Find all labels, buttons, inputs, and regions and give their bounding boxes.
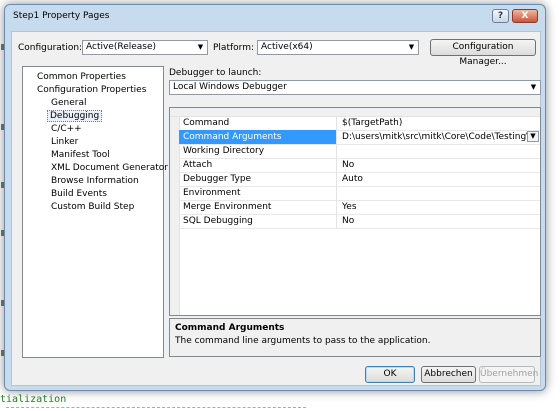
ok-button[interactable]: OK bbox=[365, 366, 415, 383]
tree-item-debugging[interactable]: Debugging bbox=[47, 110, 103, 122]
property-name: SQL Debugging bbox=[183, 216, 253, 226]
property-row-debugger-type[interactable]: Debugger Type Auto bbox=[179, 172, 540, 187]
tree-item-common-properties[interactable]: Common Properties bbox=[35, 72, 128, 82]
property-value: No bbox=[342, 160, 355, 170]
property-row-attach[interactable]: Attach No bbox=[179, 158, 540, 173]
property-value: Yes bbox=[342, 202, 357, 212]
property-row-environment[interactable]: Environment bbox=[179, 186, 540, 201]
tree-item-manifest-tool[interactable]: Manifest Tool bbox=[49, 150, 112, 160]
apply-button[interactable]: Übernehmen bbox=[479, 366, 538, 383]
column-divider bbox=[336, 214, 337, 228]
property-name: Attach bbox=[183, 160, 213, 170]
property-row-merge-environment[interactable]: Merge Environment Yes bbox=[179, 200, 540, 215]
description-text: The command line arguments to pass to th… bbox=[175, 336, 431, 346]
property-grid: Command $(TargetPath) Command Arguments … bbox=[169, 107, 541, 316]
property-value: $(TargetPath) bbox=[342, 118, 403, 128]
dialog-client-area: Configuration: Active(Release) ▼ Platfor… bbox=[11, 31, 541, 386]
property-row-command-arguments[interactable]: Command Arguments D:\users\mitk\src\mitk… bbox=[179, 130, 540, 145]
configuration-select[interactable]: Active(Release) ▼ bbox=[82, 40, 208, 55]
property-tree[interactable]: Common Properties Configuration Properti… bbox=[22, 66, 168, 358]
column-divider bbox=[336, 144, 337, 158]
tree-item-configuration-properties[interactable]: Configuration Properties bbox=[35, 85, 148, 95]
debugger-label: Debugger to launch: bbox=[169, 68, 262, 78]
editor-divider bbox=[6, 407, 306, 408]
property-pages-dialog: Step1 Property Pages ? X Configuration: … bbox=[4, 4, 546, 391]
editor-code-text: tialization bbox=[0, 394, 67, 405]
property-value: No bbox=[342, 216, 355, 226]
property-name: Command Arguments bbox=[183, 132, 282, 142]
column-divider bbox=[336, 130, 337, 144]
property-value: Auto bbox=[342, 174, 363, 184]
title-bar[interactable]: Step1 Property Pages ? X bbox=[5, 5, 545, 27]
debugger-value: Local Windows Debugger bbox=[173, 82, 287, 92]
column-divider bbox=[336, 172, 337, 186]
column-divider bbox=[336, 186, 337, 200]
column-divider bbox=[336, 200, 337, 214]
configuration-value: Active(Release) bbox=[86, 42, 157, 52]
platform-select[interactable]: Active(x64) ▼ bbox=[257, 40, 419, 55]
chevron-down-icon[interactable]: ▼ bbox=[527, 131, 539, 142]
debugger-select[interactable]: Local Windows Debugger ▼ bbox=[169, 80, 541, 95]
property-row-sql-debugging[interactable]: SQL Debugging No bbox=[179, 214, 540, 229]
property-name: Environment bbox=[183, 188, 241, 198]
tree-item-c-cpp[interactable]: C/C++ bbox=[49, 124, 84, 134]
description-title: Command Arguments bbox=[175, 323, 285, 333]
tree-item-build-events[interactable]: Build Events bbox=[49, 189, 109, 199]
help-button[interactable]: ? bbox=[492, 9, 509, 23]
property-name: Debugger Type bbox=[183, 174, 252, 184]
description-panel: Command Arguments The command line argum… bbox=[169, 318, 541, 357]
chevron-down-icon: ▼ bbox=[408, 43, 415, 51]
tree-item-general[interactable]: General bbox=[49, 98, 88, 108]
property-value[interactable]: D:\users\mitk\src\mitk\Core\Code\Testing… bbox=[342, 132, 532, 142]
dialog-title: Step1 Property Pages bbox=[13, 11, 110, 21]
chevron-down-icon: ▼ bbox=[530, 83, 537, 91]
tree-item-browse-information[interactable]: Browse Information bbox=[49, 176, 141, 186]
property-name: Command bbox=[183, 118, 230, 128]
property-row-command[interactable]: Command $(TargetPath) bbox=[179, 116, 540, 131]
property-name: Working Directory bbox=[183, 146, 265, 156]
column-divider bbox=[336, 116, 337, 130]
platform-label: Platform: bbox=[213, 43, 254, 53]
configuration-manager-button[interactable]: Configuration Manager... bbox=[430, 39, 536, 67]
platform-value: Active(x64) bbox=[261, 42, 313, 52]
column-divider bbox=[336, 158, 337, 172]
property-row-working-directory[interactable]: Working Directory bbox=[179, 144, 540, 159]
tree-item-custom-build-step[interactable]: Custom Build Step bbox=[49, 202, 136, 212]
chevron-down-icon: ▼ bbox=[197, 43, 204, 51]
tree-item-xml-document-generator[interactable]: XML Document Generator bbox=[49, 163, 170, 173]
property-name: Merge Environment bbox=[183, 202, 272, 212]
tree-item-linker[interactable]: Linker bbox=[49, 137, 80, 147]
configuration-label: Configuration: bbox=[18, 43, 83, 53]
close-button[interactable]: X bbox=[512, 9, 538, 23]
cancel-button[interactable]: Abbrechen bbox=[421, 366, 476, 383]
